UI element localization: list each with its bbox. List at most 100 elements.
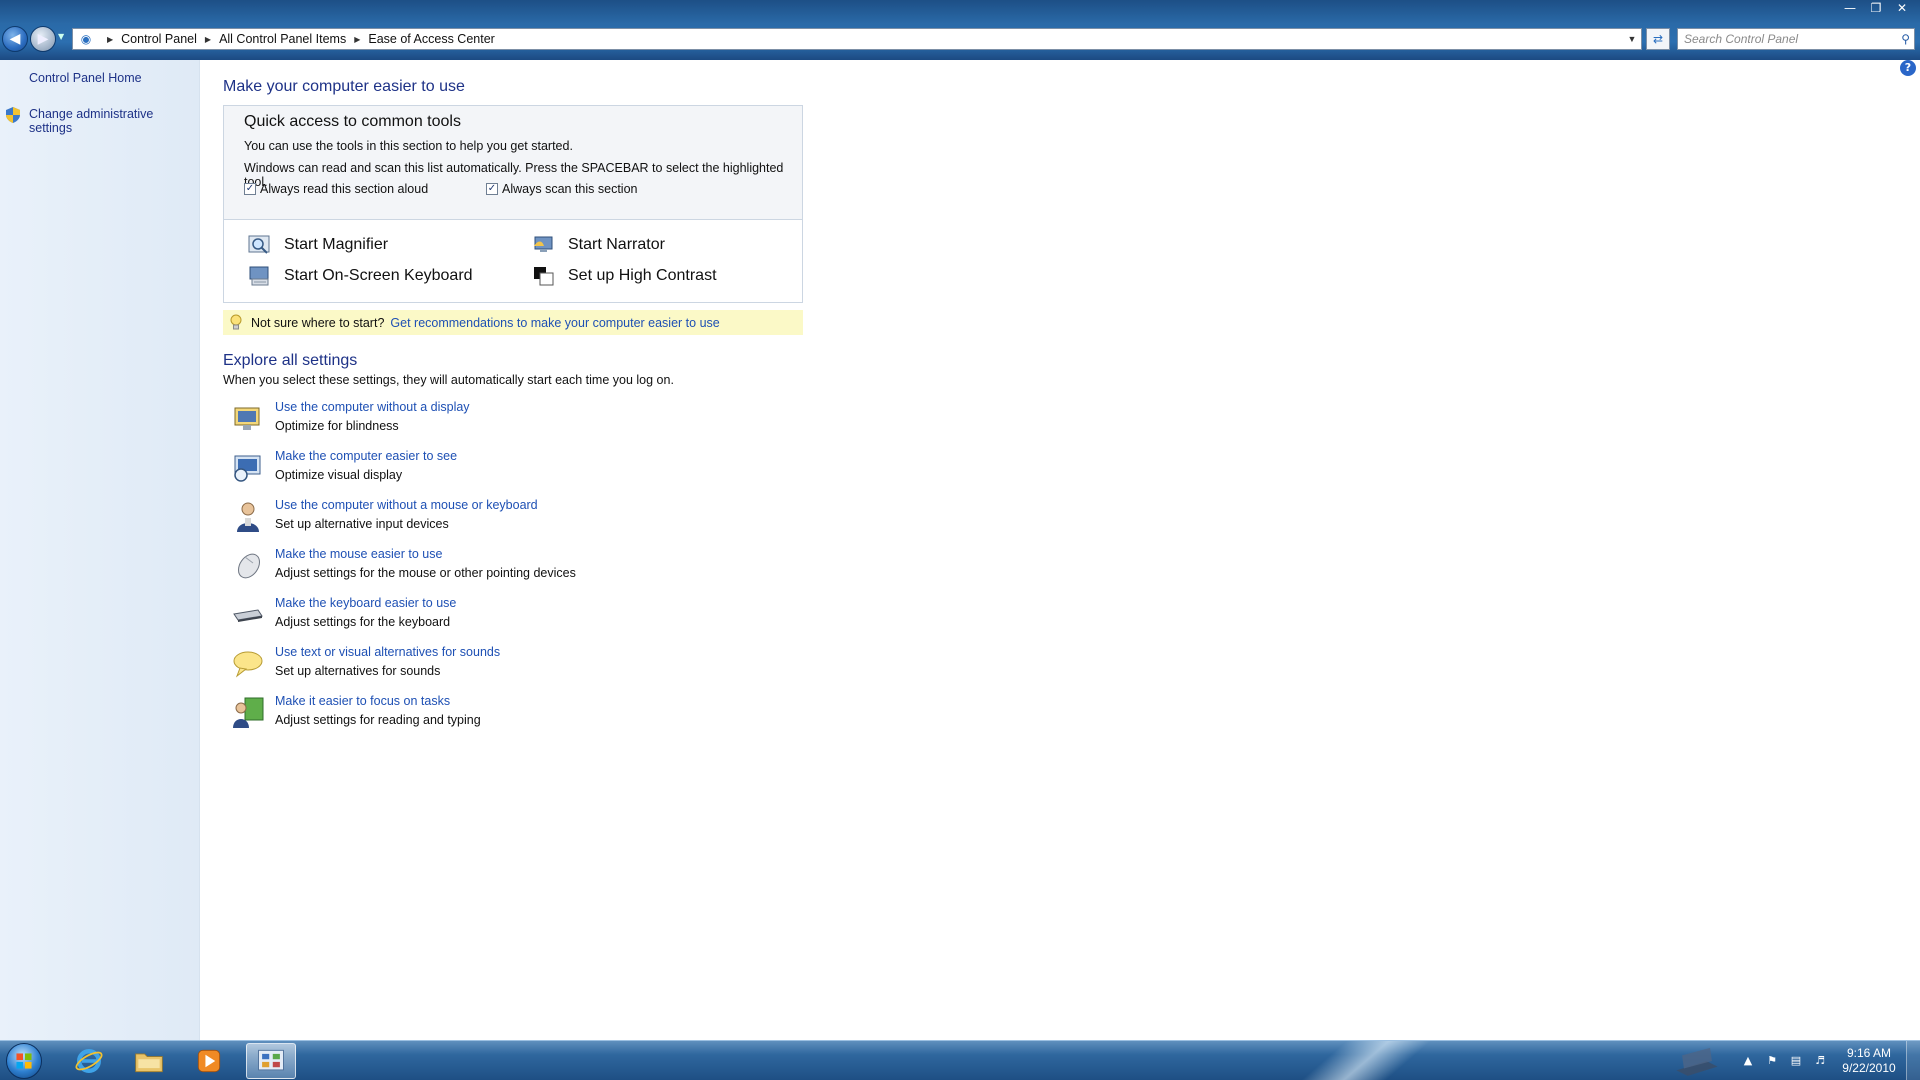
start-osk-label: Start On-Screen Keyboard: [284, 267, 473, 284]
always-read-checkbox[interactable]: ✓ Always read this section aloud: [244, 182, 428, 196]
volume-icon[interactable]: ♬: [1811, 1053, 1829, 1069]
back-button[interactable]: ◀: [2, 26, 28, 52]
always-scan-label: Always scan this section: [502, 182, 638, 196]
magnifier-icon: [248, 235, 270, 254]
media-player-icon: [197, 1049, 221, 1073]
page-title: Make your computer easier to use: [223, 78, 465, 95]
taskbar-internet-explorer[interactable]: [64, 1043, 114, 1079]
quick-access-panel: Quick access to common tools You can use…: [223, 105, 803, 303]
refresh-icon: ⇄: [1652, 32, 1664, 46]
keyboard-icon: [233, 609, 263, 622]
system-tray: ▲ ⚑ ▤ ♬ 9:16 AM 9/22/2010: [1669, 1041, 1920, 1080]
taskbar-windows-explorer[interactable]: [124, 1043, 174, 1079]
close-button[interactable]: ✕: [1890, 0, 1914, 16]
speech-bubble-icon: [233, 651, 263, 678]
folder-icon: [135, 1053, 163, 1073]
setting-description: Optimize visual display: [275, 468, 403, 482]
control-panel-icon: [258, 1049, 284, 1071]
taskbar-control-panel[interactable]: [246, 1043, 296, 1079]
recommendation-tip: Not sure where to start? Get recommendat…: [223, 310, 803, 335]
taskbar-decoration: [1254, 1041, 1466, 1080]
quick-access-title: Quick access to common tools: [244, 113, 461, 130]
clock-date: 9/22/2010: [1842, 1061, 1896, 1075]
checkbox-checked-icon[interactable]: ✓: [486, 183, 498, 195]
sidebar-item-change-admin-settings[interactable]: Change administrative settings: [29, 107, 199, 135]
start-magnifier-button[interactable]: Start Magnifier: [248, 234, 388, 256]
mouse-icon: [238, 553, 260, 579]
breadcrumb-control-panel[interactable]: Control Panel: [121, 32, 197, 46]
chevron-right-icon[interactable]: ▶: [354, 35, 360, 44]
window-controls: — ❐ ✕: [1838, 0, 1914, 16]
recent-pages-dropdown[interactable]: ▼: [58, 32, 64, 41]
setting-link[interactable]: Make it easier to focus on tasks: [275, 694, 450, 708]
setting-link[interactable]: Use the computer without a mouse or keyb…: [275, 498, 538, 512]
always-scan-checkbox[interactable]: ✓ Always scan this section: [486, 182, 637, 196]
setting-description: Adjust settings for reading and typing: [275, 713, 481, 727]
forward-button[interactable]: ▶: [30, 26, 56, 52]
minimize-button[interactable]: —: [1838, 0, 1862, 16]
start-magnifier-label: Start Magnifier: [284, 236, 389, 253]
address-dropdown-icon[interactable]: ▼: [1623, 34, 1641, 44]
internet-explorer-icon: [75, 1049, 103, 1073]
window-titlebar: — ❐ ✕ ◀ ▶ ▼ ◉ ▶ Control Panel ▶ All Cont…: [0, 0, 1920, 60]
setting-mouse-easier: Make the mouse easier to use Adjust sett…: [231, 547, 751, 591]
setting-easier-to-see: Make the computer easier to see Optimize…: [231, 449, 751, 493]
narrator-icon: [534, 236, 553, 252]
quick-access-description: You can use the tools in this section to…: [244, 139, 573, 153]
taskbar: ▲ ⚑ ▤ ♬ 9:16 AM 9/22/2010: [0, 1040, 1920, 1080]
display-icon: [234, 455, 261, 482]
people-icon: [233, 697, 264, 728]
setting-link[interactable]: Make the mouse easier to use: [275, 547, 442, 561]
search-placeholder: Search Control Panel: [1684, 32, 1799, 46]
setting-link[interactable]: Make the keyboard easier to use: [275, 596, 456, 610]
chevron-right-icon[interactable]: ▶: [107, 35, 113, 44]
breadcrumb-ease-of-access[interactable]: Ease of Access Center: [368, 32, 494, 46]
breadcrumb-all-items[interactable]: All Control Panel Items: [219, 32, 346, 46]
refresh-button[interactable]: ⇄: [1646, 28, 1670, 50]
start-button[interactable]: [6, 1043, 42, 1079]
setting-sound-alternatives: Use text or visual alternatives for soun…: [231, 645, 751, 689]
start-osk-button[interactable]: Start On-Screen Keyboard: [248, 265, 473, 287]
explore-settings-title: Explore all settings: [223, 352, 358, 369]
start-narrator-label: Start Narrator: [568, 236, 665, 253]
search-input[interactable]: Search Control Panel ⚲: [1677, 28, 1915, 50]
high-contrast-button[interactable]: Set up High Contrast: [532, 265, 717, 287]
setting-link[interactable]: Use text or visual alternatives for soun…: [275, 645, 500, 659]
setting-keyboard-easier: Make the keyboard easier to use Adjust s…: [231, 596, 751, 640]
arrow-left-icon: ◀: [9, 31, 21, 47]
chevron-right-icon[interactable]: ▶: [205, 35, 211, 44]
setting-without-mouse-keyboard: Use the computer without a mouse or keyb…: [231, 498, 751, 542]
network-icon[interactable]: ▤: [1787, 1053, 1805, 1069]
setting-focus-tasks: Make it easier to focus on tasks Adjust …: [231, 694, 751, 738]
setting-description: Optimize for blindness: [275, 419, 399, 433]
checkbox-checked-icon[interactable]: ✓: [244, 183, 256, 195]
setting-description: Set up alternatives for sounds: [275, 664, 441, 678]
lightbulb-icon: [230, 314, 242, 329]
shield-icon: [6, 107, 20, 123]
action-center-flag-icon[interactable]: ⚑: [1763, 1053, 1781, 1069]
arrow-right-icon: ▶: [37, 31, 49, 47]
setting-without-display: Use the computer without a display Optim…: [231, 400, 751, 444]
get-recommendations-link[interactable]: Get recommendations to make your compute…: [390, 316, 719, 330]
address-bar[interactable]: ◉ ▶ Control Panel ▶ All Control Panel It…: [72, 28, 1642, 50]
restore-button[interactable]: ❐: [1864, 0, 1888, 16]
search-icon[interactable]: ⚲: [1901, 32, 1910, 46]
setting-link[interactable]: Make the computer easier to see: [275, 449, 457, 463]
monitor-icon: [234, 407, 260, 430]
start-narrator-button[interactable]: Start Narrator: [532, 234, 665, 256]
setting-description: Adjust settings for the mouse or other p…: [275, 566, 576, 580]
clock[interactable]: 9:16 AM 9/22/2010: [1832, 1046, 1906, 1076]
high-contrast-icon: [534, 267, 554, 286]
always-read-label: Always read this section aloud: [260, 182, 429, 196]
sidebar-item-control-panel-home[interactable]: Control Panel Home: [29, 71, 142, 85]
help-icon[interactable]: ?: [1900, 60, 1916, 76]
setting-description: Adjust settings for the keyboard: [275, 615, 451, 629]
setting-link[interactable]: Use the computer without a display: [275, 400, 470, 414]
quick-access-header: Quick access to common tools You can use…: [224, 106, 802, 220]
on-screen-keyboard-icon: [249, 266, 269, 286]
taskbar-media-player[interactable]: [184, 1043, 234, 1079]
main-content: ? Make your computer easier to use Quick…: [201, 60, 1920, 1040]
clock-time: 9:16 AM: [1846, 1046, 1892, 1060]
show-desktop-button[interactable]: [1906, 1041, 1920, 1080]
show-hidden-icons-icon[interactable]: ▲: [1739, 1053, 1757, 1069]
